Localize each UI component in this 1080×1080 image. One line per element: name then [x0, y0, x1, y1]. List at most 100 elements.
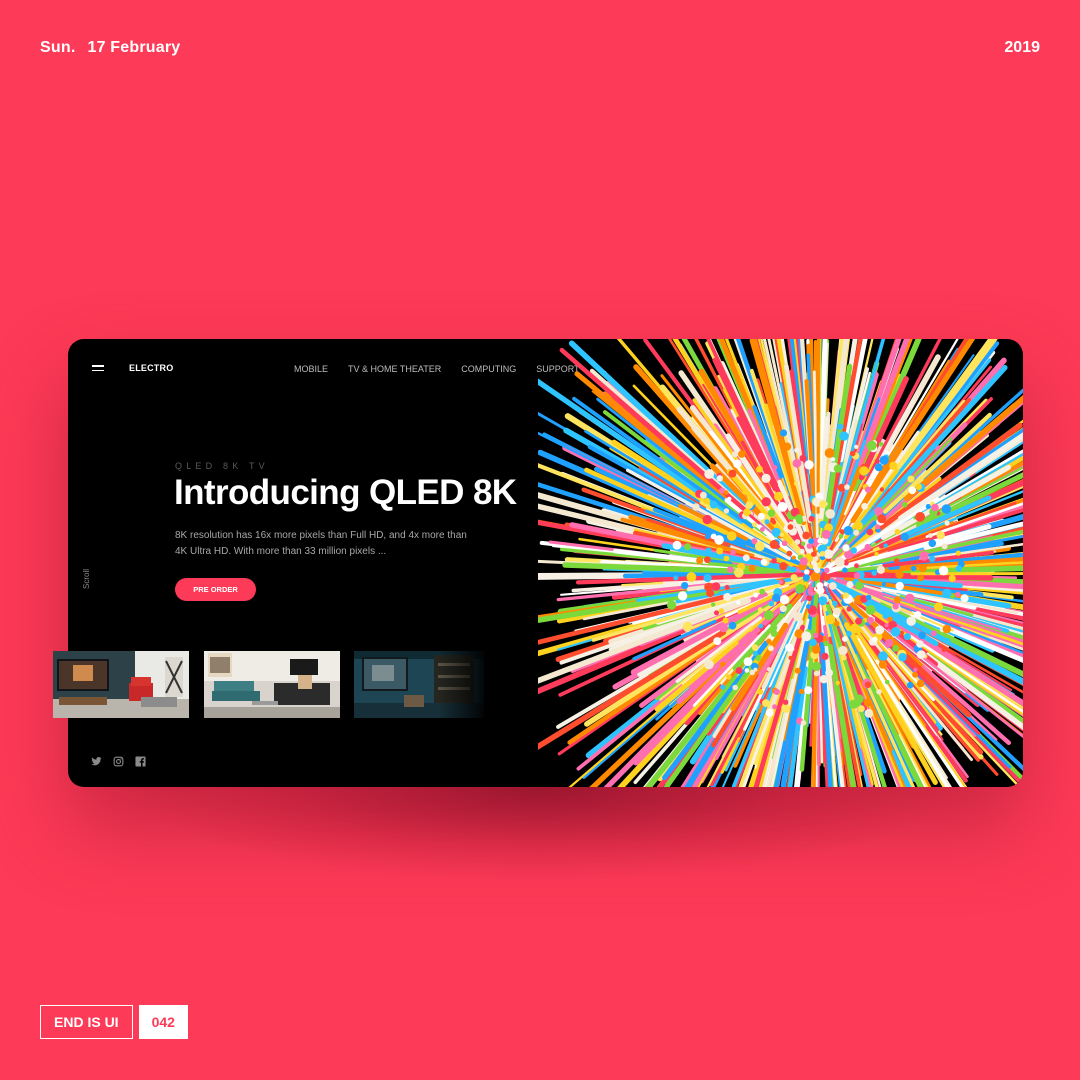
burst-tip: [728, 621, 737, 630]
burst-tip: [833, 607, 841, 616]
burst-tip: [778, 579, 784, 585]
burst-tip: [792, 458, 802, 468]
burst-tip: [941, 647, 947, 653]
burst-tip: [705, 533, 711, 540]
nav-item-computing[interactable]: COMPUTING: [461, 364, 516, 374]
burst-tip: [702, 514, 712, 525]
burst-tip: [705, 547, 712, 554]
burst-tip: [844, 484, 850, 490]
burst-tip: [825, 614, 836, 625]
burst-tip: [777, 502, 788, 512]
burst-tip: [839, 431, 849, 441]
burst-tip: [753, 592, 759, 598]
burst-tip: [772, 593, 781, 602]
burst-tip: [794, 539, 801, 545]
burst-tip: [948, 574, 956, 582]
burst-tip: [877, 514, 887, 524]
burst-tip: [783, 699, 789, 705]
burst-tip: [743, 657, 753, 666]
nav-item-mobile[interactable]: MOBILE: [294, 364, 328, 374]
burst-tip: [823, 640, 829, 647]
burst-tip: [757, 607, 763, 612]
social-links: [91, 754, 146, 767]
burst-tip: [853, 521, 863, 531]
twitter-icon[interactable]: [91, 754, 102, 766]
burst-tip: [853, 529, 860, 536]
burst-tip: [718, 608, 725, 614]
burst-tip: [854, 563, 859, 569]
scroll-indicator[interactable]: Scroll: [82, 569, 91, 589]
burst-tip: [731, 451, 738, 458]
burst-tip: [942, 624, 951, 634]
burst-tip: [788, 562, 794, 567]
burst-tip: [960, 594, 969, 603]
living-room-thumbnail-1[interactable]: [53, 651, 189, 718]
burst-tip: [853, 572, 861, 579]
burst-tip: [785, 643, 794, 652]
burst-tip: [884, 623, 889, 628]
burst-tip: [824, 567, 830, 574]
burst-tip: [723, 490, 729, 496]
instagram-icon[interactable]: [113, 754, 124, 767]
burst-tip: [859, 466, 869, 476]
burst-tip: [761, 497, 771, 507]
burst-tip: [955, 550, 961, 556]
burst-tip: [726, 531, 737, 541]
burst-tip: [864, 543, 872, 551]
burst-tip: [758, 623, 764, 629]
burst-tip: [684, 543, 692, 551]
burst-tip: [703, 497, 710, 505]
facebook-icon[interactable]: [135, 754, 146, 767]
burst-tip: [941, 504, 952, 514]
burst-tip: [955, 591, 961, 597]
burst-tip: [769, 540, 779, 549]
burst-tip: [726, 674, 732, 680]
burst-tip: [752, 522, 758, 528]
burst-tip: [714, 535, 724, 545]
burst-tip: [799, 548, 805, 554]
burst-tip: [931, 503, 939, 512]
burst-tip: [903, 633, 911, 641]
burst-tip: [704, 556, 711, 564]
burst-tip: [874, 551, 879, 557]
burst-tip: [672, 540, 682, 550]
burst-tip: [842, 567, 848, 573]
burst-tip: [811, 661, 822, 671]
footer-badges: END IS UI 042: [40, 1005, 188, 1039]
burst-tip: [744, 668, 750, 673]
burst-tip: [730, 549, 736, 555]
burst-tip: [833, 464, 843, 473]
burst-tip: [825, 669, 833, 677]
burst-tip: [918, 564, 927, 573]
burst-tip: [838, 534, 844, 539]
burst-tip: [791, 555, 796, 560]
burst-tip: [854, 444, 859, 449]
burst-tip: [779, 562, 788, 571]
series-badge: END IS UI: [40, 1005, 133, 1039]
burst-tip: [703, 573, 712, 583]
burst-tip: [714, 610, 719, 616]
burst-tip: [713, 637, 722, 646]
burst-tip: [686, 572, 697, 582]
living-room-thumbnail-3[interactable]: [354, 651, 484, 718]
hero-title: Introducing QLED 8K: [174, 473, 517, 512]
burst-tip: [732, 684, 738, 691]
burst-tip: [743, 508, 751, 517]
burst-tip: [704, 469, 715, 479]
burst-tip: [915, 483, 922, 490]
issue-number-badge: 042: [138, 1005, 188, 1039]
burst-tip: [720, 661, 725, 667]
burst-tip: [864, 709, 874, 718]
burst-tip: [768, 645, 774, 652]
burst-tip: [799, 557, 808, 566]
site-logo[interactable]: ELECTRO: [129, 363, 173, 373]
nav-item-tv-home-theater[interactable]: TV & HOME THEATER: [348, 364, 441, 374]
burst-tip: [786, 550, 793, 557]
website-mockup-card: ELECTRO MOBILE TV & HOME THEATER COMPUTI…: [68, 339, 1023, 787]
living-room-thumbnail-2[interactable]: [204, 651, 340, 718]
hamburger-menu-icon[interactable]: [92, 365, 104, 373]
burst-tip: [866, 528, 874, 536]
burst-tip: [864, 681, 872, 688]
burst-tip: [779, 594, 790, 605]
pre-order-button[interactable]: PRE ORDER: [175, 578, 256, 601]
